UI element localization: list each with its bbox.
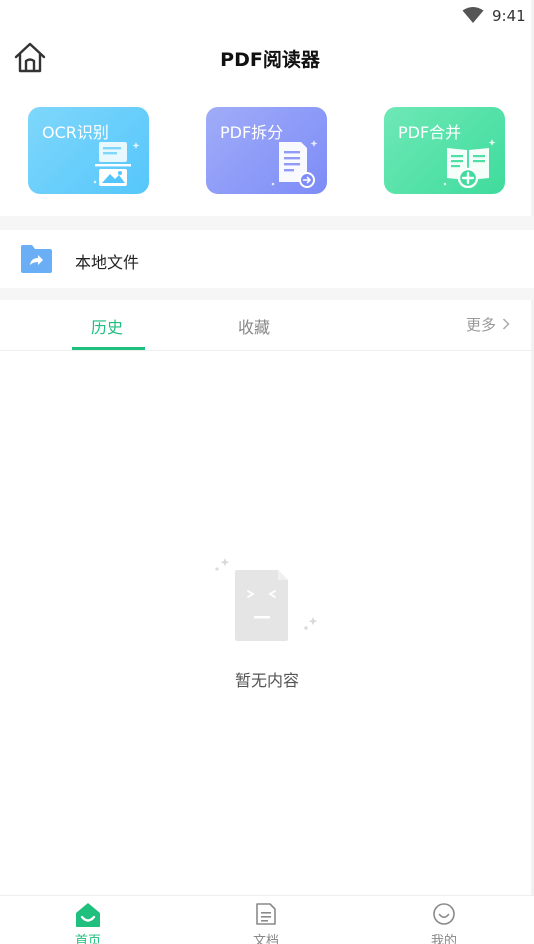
nav-documents[interactable]: 文档 [221,896,311,944]
document-icon [256,903,276,925]
app-header: PDF阅读器 [0,32,534,82]
nav-profile-label: 我的 [430,934,457,944]
nav-documents-label: 文档 [252,934,279,944]
folder-share-icon [21,245,52,273]
empty-document-icon [215,558,318,641]
local-file-label: 本地文件 [75,253,140,272]
pdf-split-button[interactable]: PDF拆分 [206,107,327,194]
home-filled-icon [76,903,100,927]
more-link[interactable]: 更多 [466,314,510,335]
tab-history[interactable]: 历史 [91,314,123,338]
ocr-scan-icon [93,142,140,186]
nav-profile[interactable]: 我的 [399,896,489,944]
chevron-right-icon [502,318,510,330]
empty-state-text: 暂无内容 [234,671,299,690]
pdf-merge-button[interactable]: PDF合并 [384,107,505,194]
section-divider [0,288,534,300]
smile-profile-icon [433,903,455,925]
wifi-icon [462,7,484,23]
bottom-navigation: 首页 文档 我的 [0,895,534,944]
empty-state: 暂无内容 [0,555,534,695]
history-tabs: 历史 收藏 更多 [0,300,534,351]
local-file-row[interactable]: 本地文件 [0,230,534,288]
more-label: 更多 [466,316,497,334]
pdf-merge-icon [443,139,496,188]
page-title: PDF阅读器 [220,49,320,71]
tab-favorites[interactable]: 收藏 [238,314,270,338]
tool-cards: OCR识别 PDF拆分 PDF合并 [0,106,534,196]
section-divider [0,216,534,230]
status-bar: 9:41 [0,0,534,32]
nav-home-label: 首页 [74,934,101,944]
active-tab-indicator [72,347,145,350]
ocr-button[interactable]: OCR识别 [28,107,149,194]
status-time: 9:41 [492,7,526,25]
pdf-split-icon [271,140,318,188]
nav-home[interactable]: 首页 [43,896,133,944]
